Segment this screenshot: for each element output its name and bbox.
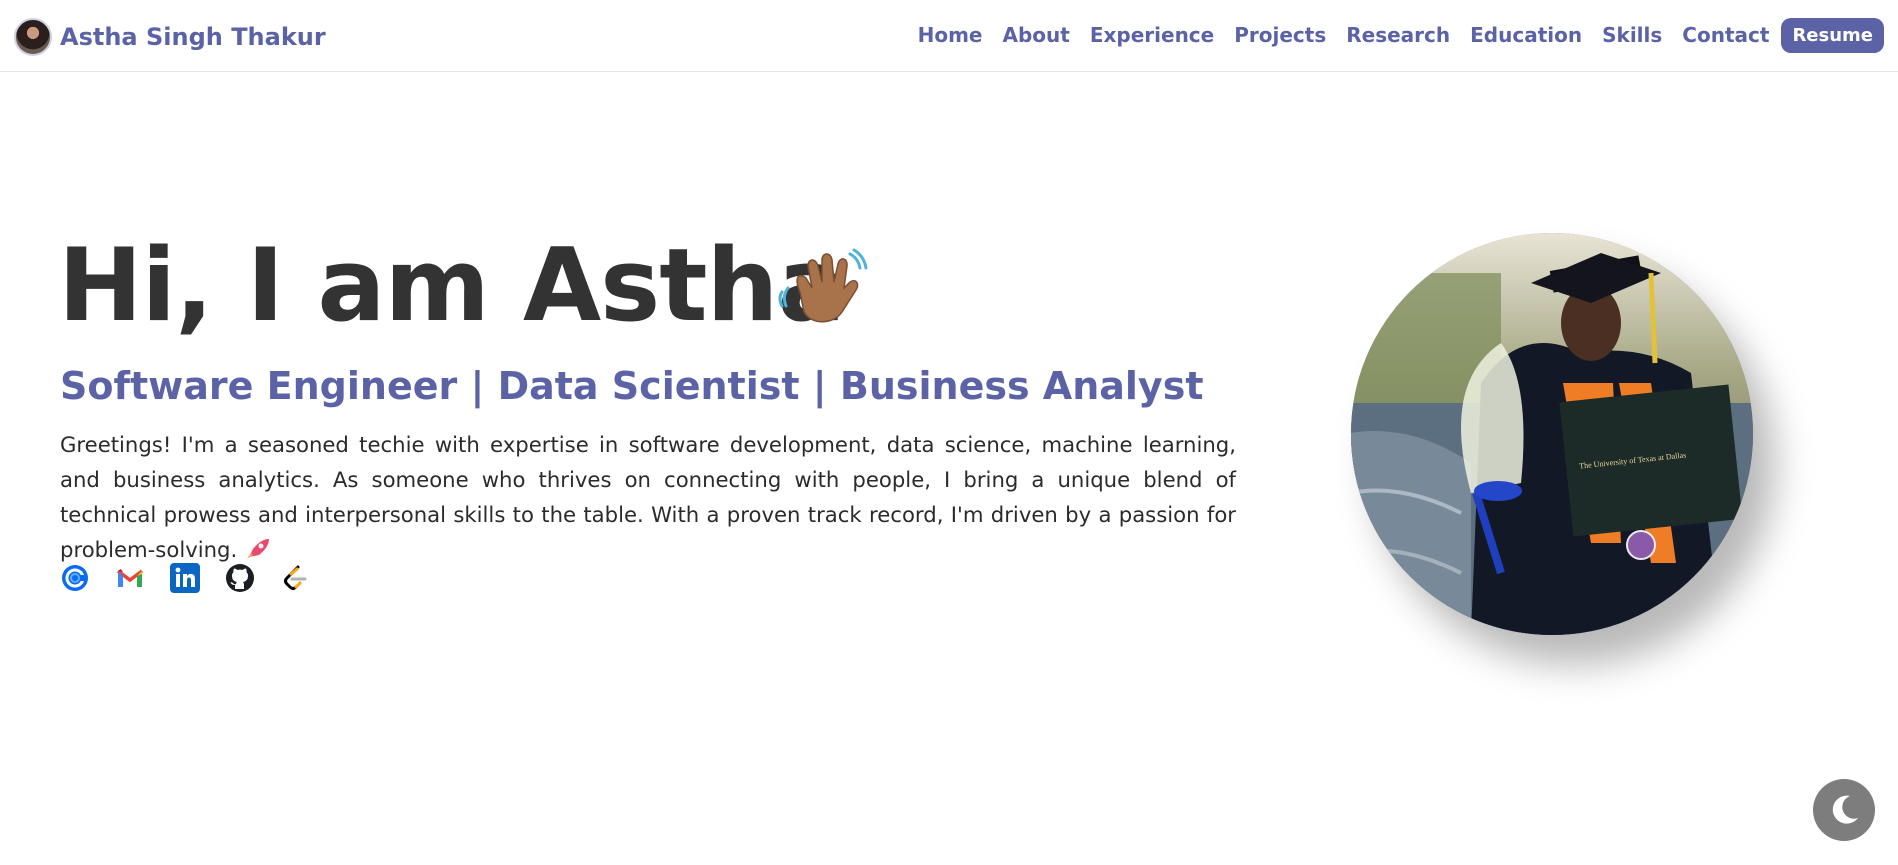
nav-education[interactable]: Education: [1470, 23, 1582, 47]
nav-experience[interactable]: Experience: [1090, 23, 1214, 47]
resume-button[interactable]: Resume: [1781, 17, 1884, 53]
nav-skills[interactable]: Skills: [1602, 23, 1662, 47]
leetcode-icon[interactable]: [280, 563, 310, 593]
nav-links: Home About Experience Projects Research …: [918, 16, 1884, 54]
intro-text: Greetings! I'm a seasoned techie with ex…: [60, 432, 1236, 562]
brand-link[interactable]: Astha Singh Thakur: [14, 17, 326, 57]
hero-intro: Greetings! I'm a seasoned techie with ex…: [60, 427, 1236, 567]
nav-about[interactable]: About: [1003, 23, 1070, 47]
navbar: Astha Singh Thakur Home About Experience…: [0, 0, 1898, 72]
avatar: [14, 18, 52, 56]
waving-hand-icon: [778, 248, 868, 323]
nav-home[interactable]: Home: [918, 23, 983, 47]
theme-toggle-button[interactable]: [1813, 779, 1875, 841]
hero-subtitle: Software Engineer | Data Scientist | Bus…: [60, 364, 1204, 408]
nav-research[interactable]: Research: [1346, 23, 1450, 47]
moon-icon: [1832, 795, 1858, 824]
brand-name: Astha Singh Thakur: [60, 23, 326, 51]
social-links: [60, 563, 335, 593]
nav-projects[interactable]: Projects: [1234, 23, 1326, 47]
hero-greeting: Hi, I am Astha: [58, 226, 846, 344]
github-icon[interactable]: [225, 563, 255, 593]
calendly-icon[interactable]: [60, 563, 90, 593]
linkedin-icon[interactable]: [170, 563, 200, 593]
rocket-icon: [247, 539, 270, 559]
nav-contact[interactable]: Contact: [1682, 23, 1769, 47]
gmail-icon[interactable]: [115, 563, 145, 593]
profile-photo: The University of Texas at Dallas: [1351, 233, 1753, 635]
